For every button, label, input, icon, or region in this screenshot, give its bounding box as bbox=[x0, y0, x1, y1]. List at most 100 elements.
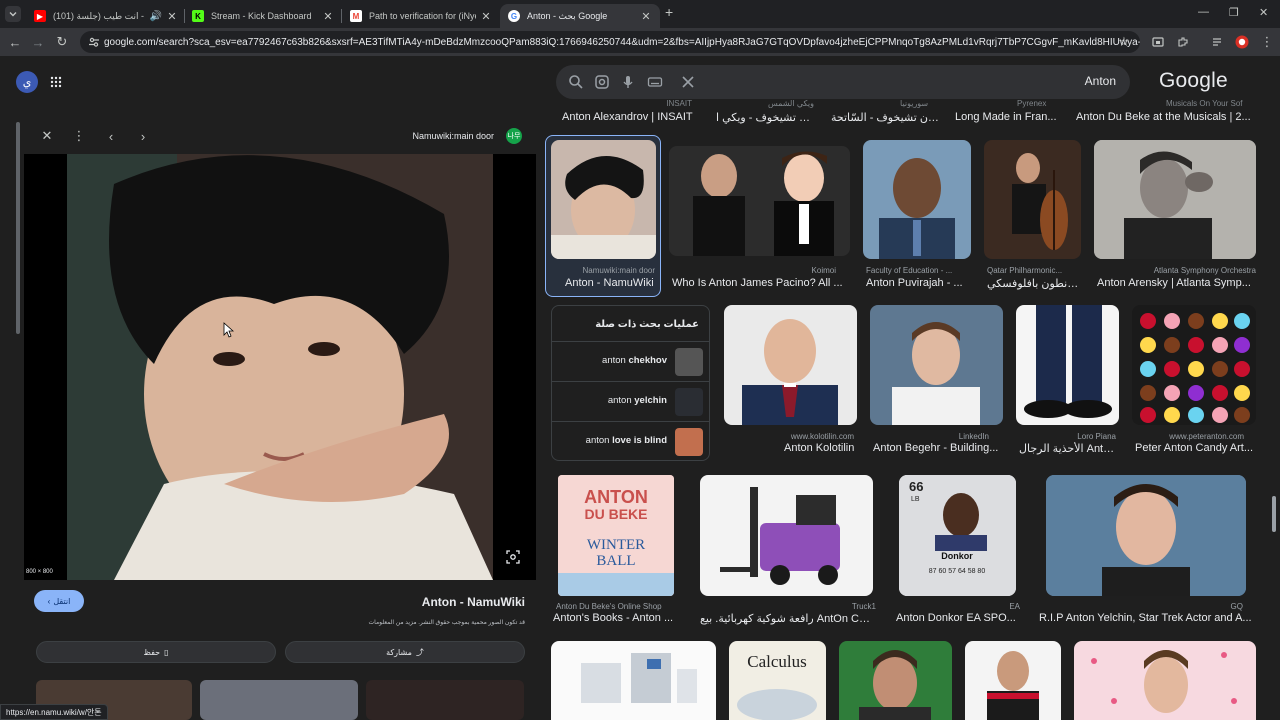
tile-title[interactable]: Anton Begehr - Building... bbox=[873, 442, 1003, 454]
bookmark-star-icon[interactable]: ☆ bbox=[1116, 34, 1132, 50]
preview-image[interactable] bbox=[24, 154, 536, 580]
preview-source-name[interactable]: Namuwiki:main door bbox=[380, 131, 494, 141]
tile-title[interactable]: Peter Anton Candy Art... bbox=[1135, 442, 1256, 454]
tile-title[interactable]: الأحذية الرجال Anton ... bbox=[1019, 442, 1119, 455]
account-avatar[interactable]: ي bbox=[16, 71, 38, 93]
tab-cast-icon[interactable] bbox=[1150, 34, 1166, 50]
visit-button[interactable]: ‹ انتقل bbox=[34, 590, 84, 612]
tile-source: LinkedIn bbox=[958, 432, 989, 441]
tile-title[interactable]: أنطون تشيخوف - ويكي ا... bbox=[716, 111, 816, 124]
google-logo[interactable]: Google bbox=[1159, 69, 1228, 93]
speaker-icon[interactable]: 🔊 bbox=[150, 11, 162, 22]
clear-search-icon[interactable] bbox=[680, 74, 696, 90]
maximize-icon[interactable]: ❐ bbox=[1229, 6, 1239, 19]
page-scrollbar[interactable] bbox=[1271, 56, 1277, 720]
keyboard-icon[interactable] bbox=[647, 74, 663, 90]
result-image[interactable] bbox=[551, 140, 656, 259]
close-window-icon[interactable]: ✕ bbox=[1259, 6, 1268, 19]
share-button[interactable]: مشاركة ⤴ bbox=[285, 641, 525, 663]
minimize-icon[interactable]: — bbox=[1198, 6, 1209, 18]
related-search-item[interactable]: anton yelchin bbox=[552, 381, 709, 421]
forward-icon[interactable]: → bbox=[30, 34, 46, 50]
tile-title[interactable]: Anton Du Beke at the Musicals | 2... bbox=[1076, 111, 1252, 123]
tile-title[interactable]: Anton Arensky | Atlanta Symp... bbox=[1097, 277, 1255, 289]
search-icon[interactable] bbox=[568, 74, 584, 90]
tab-kick[interactable]: K Stream - Kick Dashboard ✕ bbox=[184, 4, 342, 28]
close-tab-icon[interactable]: ✕ bbox=[322, 10, 334, 23]
tile-title[interactable]: Who Is Anton James Pacino? All ... bbox=[672, 277, 850, 289]
tab-google-search[interactable]: G Anton - بحث Google ✕ bbox=[500, 4, 660, 28]
close-preview-icon[interactable]: ✕ bbox=[40, 128, 54, 143]
tile-title[interactable]: Anton Alexandrov | INSAIT bbox=[562, 111, 694, 123]
tile-title[interactable]: أنطون تشيخوف - السّاتحة bbox=[831, 111, 939, 124]
back-icon[interactable]: ← bbox=[7, 34, 23, 50]
new-tab-button[interactable]: + bbox=[665, 4, 673, 20]
book-title-line: WINTER bbox=[587, 537, 645, 553]
close-tab-icon[interactable]: ✕ bbox=[166, 10, 178, 23]
result-image[interactable] bbox=[551, 641, 716, 720]
result-image[interactable] bbox=[724, 305, 857, 425]
reload-icon[interactable]: ↻ bbox=[54, 34, 70, 50]
book-title-line: DU BEKE bbox=[584, 506, 647, 522]
book-title-line: BALL bbox=[596, 553, 635, 569]
tab-search-icon[interactable] bbox=[5, 6, 21, 22]
tile-title[interactable]: Long Made in Fran... bbox=[955, 111, 1059, 123]
address-bar[interactable]: google.com/search?sca_esv=ea7792467c63b8… bbox=[80, 31, 1140, 53]
save-button[interactable]: حفظ ▯ bbox=[36, 641, 276, 663]
tile-title[interactable]: R.I.P Anton Yelchin, Star Trek Actor and… bbox=[1039, 612, 1256, 624]
youtube-icon: ▶ bbox=[34, 10, 46, 22]
search-box[interactable]: Anton bbox=[556, 65, 1130, 99]
tile-title[interactable]: أنطون بافلوفسكي - Q... bbox=[987, 277, 1081, 290]
preview-title[interactable]: Anton - NamuWiki bbox=[300, 595, 525, 609]
result-image[interactable] bbox=[984, 140, 1081, 259]
tab-gmail[interactable]: M Path to verification for (iNyez ✕ bbox=[342, 4, 500, 28]
google-lens-icon[interactable] bbox=[594, 74, 610, 90]
tile-source: Truck1 bbox=[851, 602, 876, 611]
browser-menu-icon[interactable]: ⋮ bbox=[1259, 34, 1275, 50]
lens-search-icon[interactable] bbox=[506, 550, 520, 564]
tab-youtube[interactable]: ▶ (101) توال - انت طيب (جلسة 🔊 ✕ bbox=[26, 4, 186, 28]
tile-title[interactable]: Anton - NamuWiki bbox=[565, 277, 659, 289]
tile-title[interactable]: Anton Puvirajah - ... bbox=[866, 277, 970, 289]
result-image[interactable] bbox=[839, 641, 952, 720]
result-image[interactable]: 66 LB Donkor 87 60 57 64 58 80 bbox=[899, 475, 1016, 596]
related-search-item[interactable]: anton love is blind bbox=[552, 421, 709, 461]
result-image[interactable] bbox=[1046, 475, 1246, 596]
tile-title[interactable]: Anton's Books - Anton ... bbox=[553, 612, 679, 624]
tile-source: Qatar Philharmonic... bbox=[987, 266, 1063, 275]
result-image[interactable] bbox=[1094, 140, 1256, 259]
next-image-icon[interactable]: › bbox=[136, 129, 150, 144]
result-image[interactable] bbox=[1016, 305, 1119, 425]
extensions-icon[interactable] bbox=[1175, 34, 1191, 50]
result-image[interactable]: Calculus bbox=[729, 641, 826, 720]
copyright-note[interactable]: قد تكون الصور محمية بموجب حقوق النشر. مز… bbox=[200, 619, 525, 626]
result-image[interactable] bbox=[1074, 641, 1256, 720]
result-image[interactable]: ANTON DU BEKE WINTER BALL bbox=[558, 475, 674, 596]
related-search-item[interactable]: anton chekhov bbox=[552, 341, 709, 381]
book-title-line: ANTON bbox=[584, 487, 648, 507]
profile-icon[interactable] bbox=[1234, 34, 1250, 50]
voice-search-icon[interactable] bbox=[620, 74, 636, 90]
result-image[interactable] bbox=[1132, 305, 1256, 425]
panel-scrollbar[interactable] bbox=[16, 122, 20, 334]
result-image[interactable] bbox=[863, 140, 971, 259]
result-image[interactable] bbox=[700, 475, 873, 596]
tile-title[interactable]: Anton Kolotilin bbox=[784, 442, 858, 454]
tile-title[interactable]: Anton Donkor EA SPO... bbox=[896, 612, 1018, 624]
related-thumbnail[interactable] bbox=[200, 680, 358, 720]
book-title: Calculus bbox=[747, 652, 807, 671]
scrollbar-thumb[interactable] bbox=[1272, 496, 1276, 532]
result-image[interactable] bbox=[870, 305, 1003, 425]
media-control-icon[interactable] bbox=[1210, 34, 1226, 50]
browser-window: ▶ (101) توال - انت طيب (جلسة 🔊 ✕ K Strea… bbox=[0, 0, 1280, 720]
site-info-icon[interactable] bbox=[88, 36, 100, 48]
more-options-icon[interactable]: ⋮ bbox=[72, 128, 86, 143]
tile-title[interactable]: رافعة شوكية كهربائية. بيع AntOn CBH 3.0 bbox=[700, 612, 877, 625]
close-tab-icon[interactable]: ✕ bbox=[480, 10, 492, 23]
result-image[interactable] bbox=[669, 146, 850, 256]
previous-image-icon[interactable]: ‹ bbox=[104, 129, 118, 144]
related-thumbnail[interactable] bbox=[366, 680, 524, 720]
close-tab-icon[interactable]: ✕ bbox=[640, 10, 652, 23]
google-apps-icon[interactable] bbox=[50, 76, 62, 88]
result-image[interactable] bbox=[965, 641, 1061, 720]
